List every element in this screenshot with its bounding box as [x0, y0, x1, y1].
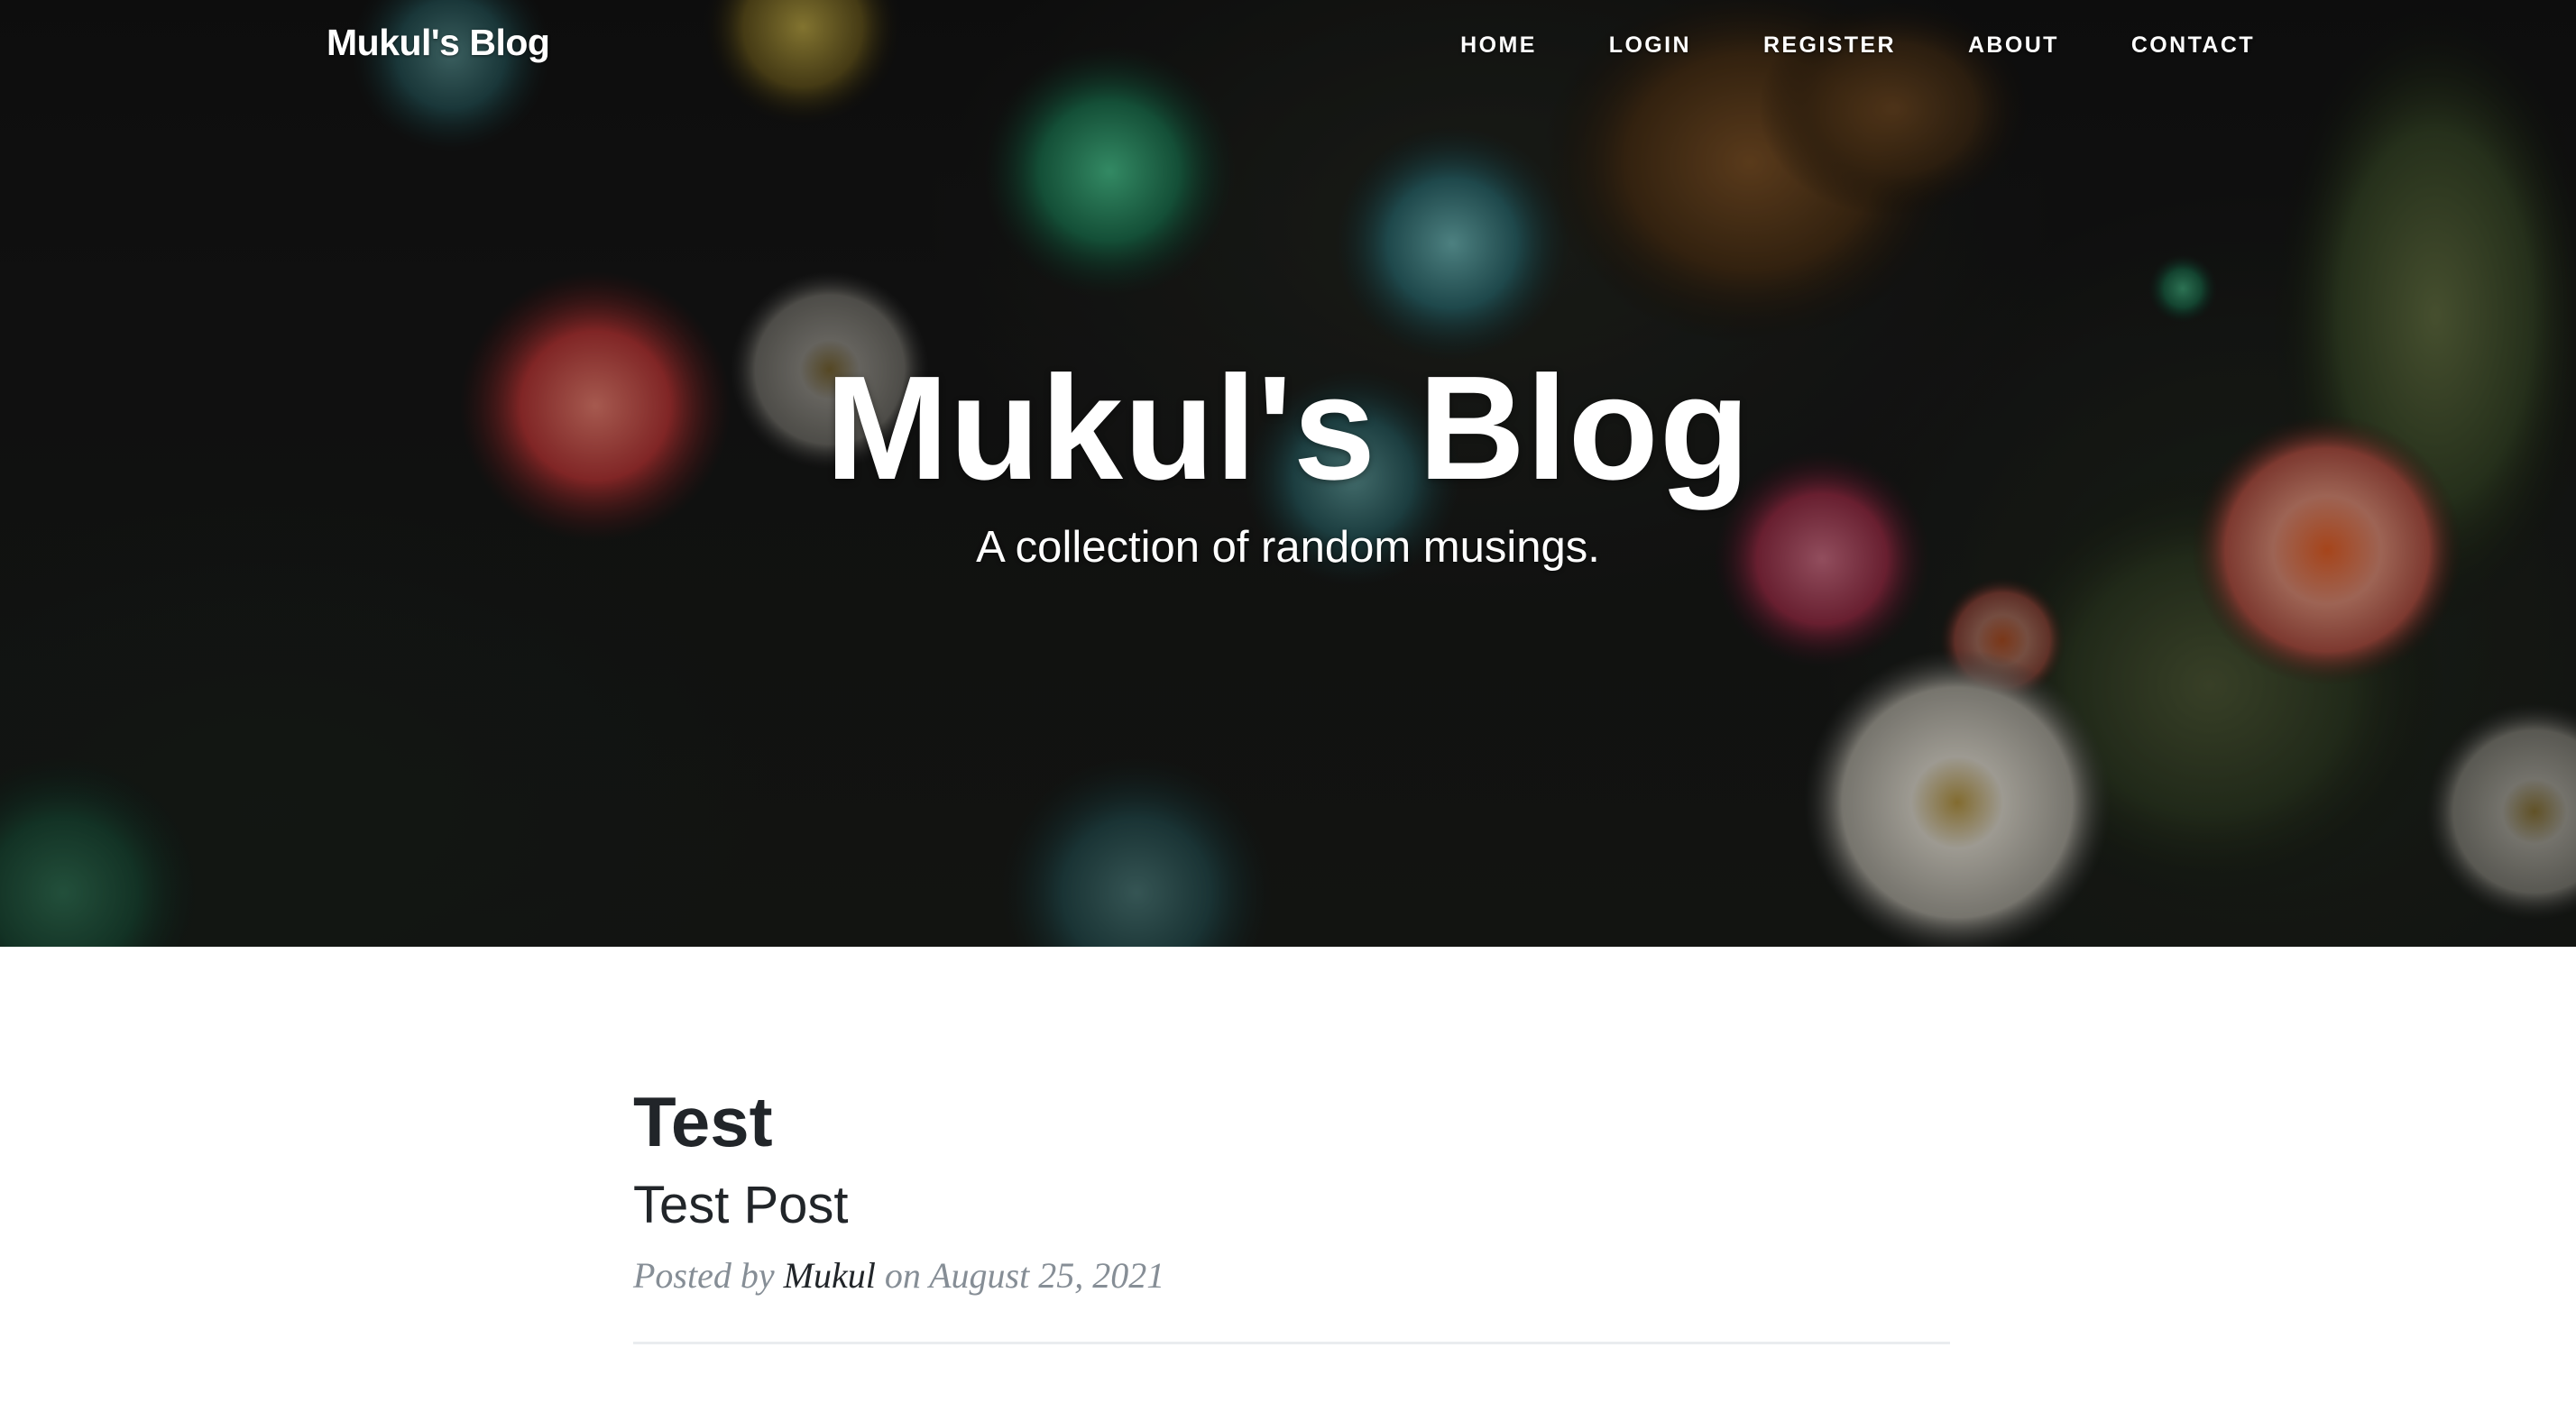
post-title: Test — [633, 1082, 773, 1161]
nav-item-login: LOGIN — [1609, 32, 1691, 59]
nav-link-login[interactable]: LOGIN — [1609, 32, 1691, 58]
site-title: Mukul's Blog — [825, 345, 1751, 510]
post-preview: Test Test Post Posted by Mukul on August… — [633, 1082, 1950, 1297]
nav-item-about: ABOUT — [1968, 32, 2059, 59]
nav-links: HOME LOGIN REGISTER ABOUT CONTACT — [1388, 32, 2255, 59]
hero-banner: Mukul's Blog HOME LOGIN REGISTER ABOUT C… — [0, 0, 2576, 947]
post-list: Test Test Post Posted by Mukul on August… — [633, 1082, 1950, 1352]
nav-item-register: REGISTER — [1763, 32, 1896, 59]
nav-link-register[interactable]: REGISTER — [1763, 32, 1896, 58]
nav-link-home[interactable]: HOME — [1460, 32, 1537, 58]
post-meta: Posted by Mukul on August 25, 2021 — [633, 1254, 1950, 1297]
post-divider — [633, 1342, 1950, 1345]
post-subtitle: Test Post — [633, 1175, 849, 1234]
post-date: August 25, 2021 — [929, 1255, 1165, 1297]
nav-item-home: HOME — [1460, 32, 1537, 59]
nav-item-contact: CONTACT — [2131, 32, 2255, 59]
post-link[interactable]: Test Test Post — [633, 1082, 1950, 1236]
nav-link-contact[interactable]: CONTACT — [2131, 32, 2255, 58]
post-meta-middle: on — [875, 1255, 930, 1297]
top-navbar: Mukul's Blog HOME LOGIN REGISTER ABOUT C… — [0, 0, 2576, 94]
post-meta-prefix: Posted by — [633, 1255, 784, 1297]
navbar-brand-link[interactable]: Mukul's Blog — [327, 22, 550, 64]
post-author-link[interactable]: Mukul — [784, 1255, 876, 1296]
site-subtitle: A collection of random musings. — [976, 523, 1600, 573]
site-heading: Mukul's Blog A collection of random musi… — [0, 345, 2576, 573]
nav-link-about[interactable]: ABOUT — [1968, 32, 2059, 58]
